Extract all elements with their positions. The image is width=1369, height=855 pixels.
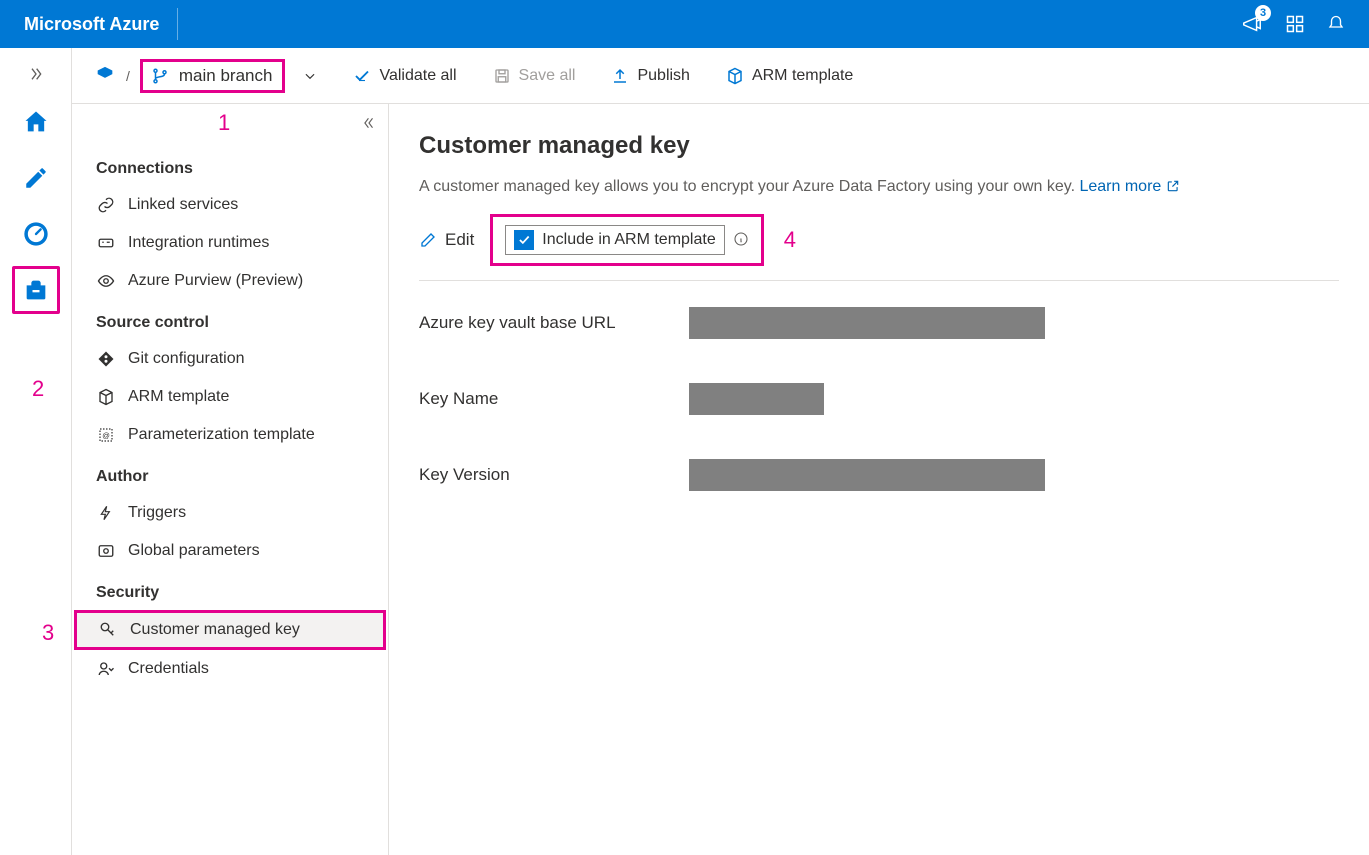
publish-button[interactable]: Publish (611, 67, 689, 85)
grid-icon[interactable] (1285, 14, 1305, 34)
save-all-button: Save all (493, 67, 576, 85)
runtime-icon (97, 234, 115, 252)
link-icon (97, 196, 115, 214)
include-arm-checkbox[interactable]: Include in ARM template (505, 225, 724, 255)
expand-rail-button[interactable] (12, 58, 60, 90)
checkbox-checked-icon (514, 230, 534, 250)
section-security: Security (72, 570, 388, 610)
rail-manage[interactable] (12, 266, 60, 314)
pencil-outline-icon (419, 231, 437, 249)
external-link-icon (1166, 179, 1180, 193)
brand-label: Microsoft Azure (24, 8, 178, 40)
label-keyvault-url: Azure key vault base URL (419, 313, 689, 333)
nav-integration-runtimes[interactable]: Integration runtimes (72, 224, 388, 262)
callout-3: 3 (42, 620, 54, 646)
svg-text:@: @ (102, 431, 110, 440)
gauge-icon (22, 220, 50, 248)
chevron-double-right-icon (28, 66, 44, 82)
cube-icon (726, 67, 744, 85)
nav-git-config[interactable]: Git configuration (72, 340, 388, 378)
chevron-double-left-icon (362, 116, 376, 130)
section-source-control: Source control (72, 300, 388, 340)
lightning-icon (98, 504, 114, 522)
rail-monitor[interactable] (12, 210, 60, 258)
info-icon[interactable] (733, 231, 749, 250)
page-title: Customer managed key (419, 132, 1339, 160)
nav-linked-services[interactable]: Linked services (72, 186, 388, 224)
label-key-version: Key Version (419, 465, 689, 485)
eye-icon (96, 272, 116, 290)
rail-author[interactable] (12, 154, 60, 202)
nav-global-params[interactable]: Global parameters (72, 532, 388, 570)
callout-2: 2 (32, 376, 44, 402)
pencil-icon (23, 165, 49, 191)
learn-more-link[interactable]: Learn more (1079, 178, 1179, 195)
settings-sidebar: 1 Connections Linked services Integratio… (72, 104, 389, 855)
include-arm-container: Include in ARM template (490, 214, 763, 266)
validate-all-button[interactable]: Validate all (353, 67, 456, 85)
rail-home[interactable] (12, 98, 60, 146)
value-keyvault-url (689, 307, 1045, 339)
nav-triggers[interactable]: Triggers (72, 494, 388, 532)
section-author: Author (72, 454, 388, 494)
page-toolbar: / main branch Validate all Save all Publ… (72, 48, 1369, 104)
checkmark-icon (353, 67, 371, 85)
key-icon (99, 621, 117, 639)
git-branch-icon (151, 67, 169, 85)
nav-credentials[interactable]: Credentials (72, 650, 388, 688)
nav-parameterization[interactable]: @Parameterization template (72, 416, 388, 454)
page-description: A customer managed key allows you to enc… (419, 178, 1339, 196)
main-content: Customer managed key A customer managed … (389, 104, 1369, 855)
git-icon (97, 350, 115, 368)
arm-template-button[interactable]: ARM template (726, 67, 853, 85)
cube-outline-icon (97, 388, 115, 406)
save-icon (493, 67, 511, 85)
nav-arm-template[interactable]: ARM template (72, 378, 388, 416)
collapse-sidebar-button[interactable] (362, 116, 376, 133)
param-icon: @ (97, 426, 115, 444)
home-icon (22, 108, 50, 136)
branch-name: main branch (179, 66, 273, 86)
callout-1: 1 (218, 110, 230, 136)
nav-customer-managed-key[interactable]: Customer managed key (74, 610, 386, 650)
nav-azure-purview[interactable]: Azure Purview (Preview) (72, 262, 388, 300)
edit-button[interactable]: Edit (419, 230, 474, 250)
toolbox-icon (22, 276, 50, 304)
credentials-icon (97, 660, 115, 678)
data-factory-icon (94, 65, 116, 87)
azure-top-bar: Microsoft Azure 3 (0, 0, 1369, 48)
chevron-down-icon[interactable] (303, 69, 317, 83)
upload-icon (611, 67, 629, 85)
label-key-name: Key Name (419, 389, 689, 409)
left-rail: 2 (0, 48, 72, 855)
bell-icon[interactable] (1327, 14, 1345, 34)
at-icon (97, 542, 115, 560)
value-key-name (689, 383, 824, 415)
branch-selector[interactable]: main branch (140, 59, 286, 93)
notifications-button[interactable]: 3 (1241, 13, 1263, 35)
value-key-version (689, 459, 1045, 491)
callout-4: 4 (784, 227, 796, 253)
